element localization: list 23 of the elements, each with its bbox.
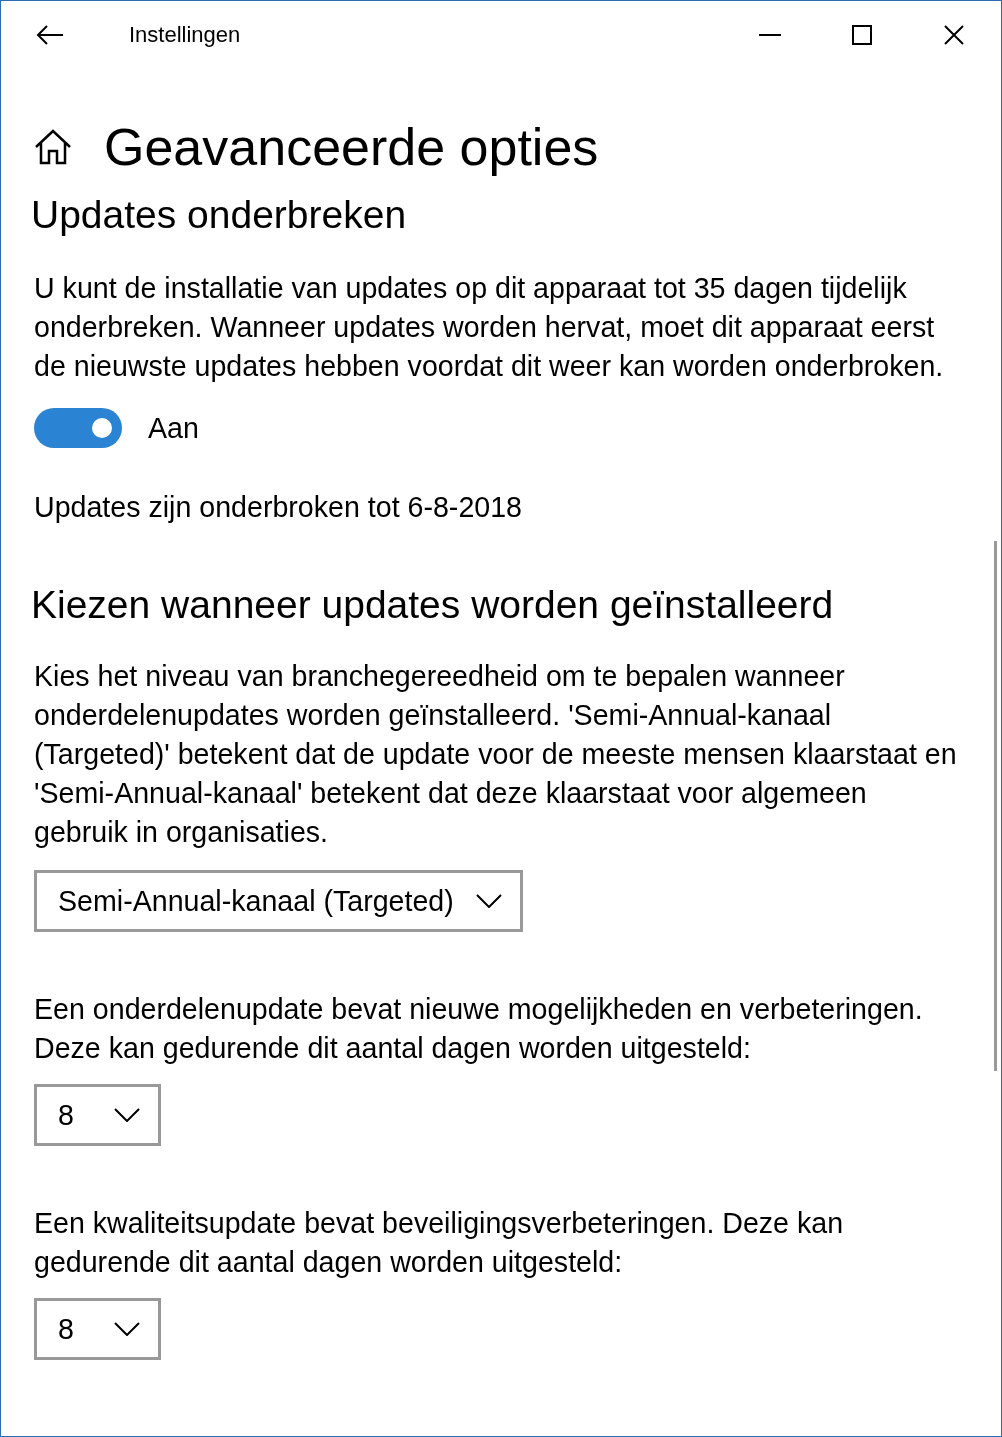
minimize-icon — [759, 34, 781, 36]
close-icon — [944, 25, 964, 45]
description-text: Een onderdelenupdate bevat nieuwe mogelijkheden en verbeteringen. Deze kan gedurende dit aantal dagen worden uitgesteld: — [34, 992, 924, 1066]
status-text: Updates zijn onderbroken tot 6-8-2018 — [34, 490, 523, 525]
pause-toggle[interactable] — [34, 408, 122, 448]
chevron-down-icon — [113, 1108, 140, 1122]
window-title: Instellingen — [129, 22, 242, 48]
scrollbar[interactable] — [994, 541, 997, 1071]
chevron-down-icon — [475, 894, 502, 908]
channel-dropdown[interactable]: Semi-Annual-kanaal (Targeted) — [34, 870, 523, 932]
chevron-down-icon — [113, 1322, 140, 1336]
description-text: U kunt de installatie van updates op dit apparaat tot 35 dagen tijdelijk onderbreken. Wanneer updates worden hervat, moet dit apparaat eerst de nieuwste updates hebben voordat dit weer kan worden onderbroken. — [34, 271, 945, 384]
page-title: Geavanceerde opties — [104, 117, 599, 177]
days-dropdown[interactable]: 8 — [34, 1084, 161, 1146]
days-dropdown[interactable]: 8 — [34, 1298, 161, 1360]
section-heading: Kiezen wanneer updates worden geïnstalleerd — [31, 582, 835, 628]
home-icon[interactable] — [34, 129, 72, 165]
back-arrow-icon — [36, 25, 64, 45]
section-heading: Updates onderbreken — [31, 192, 408, 238]
description-text: Kies het niveau van branchegereedheid om te bepalen wanneer onderdelenupdates worden geïnstalleerd. 'Semi-Annual-kanaal (Targeted)' betekent dat de update voor de meeste mensen klaarstaat en 'Semi-Annual-kanaal' betekent dat deze klaarstaat voor algemeen gebruik in organisaties. — [34, 659, 958, 850]
description-text: Een kwaliteitsupdate bevat beveiligingsverbeteringen. Deze kan gedurende dit aantal dagen worden uitgesteld: — [34, 1206, 845, 1280]
toggle-label: Aan — [148, 411, 199, 445]
maximize-icon — [852, 25, 872, 45]
